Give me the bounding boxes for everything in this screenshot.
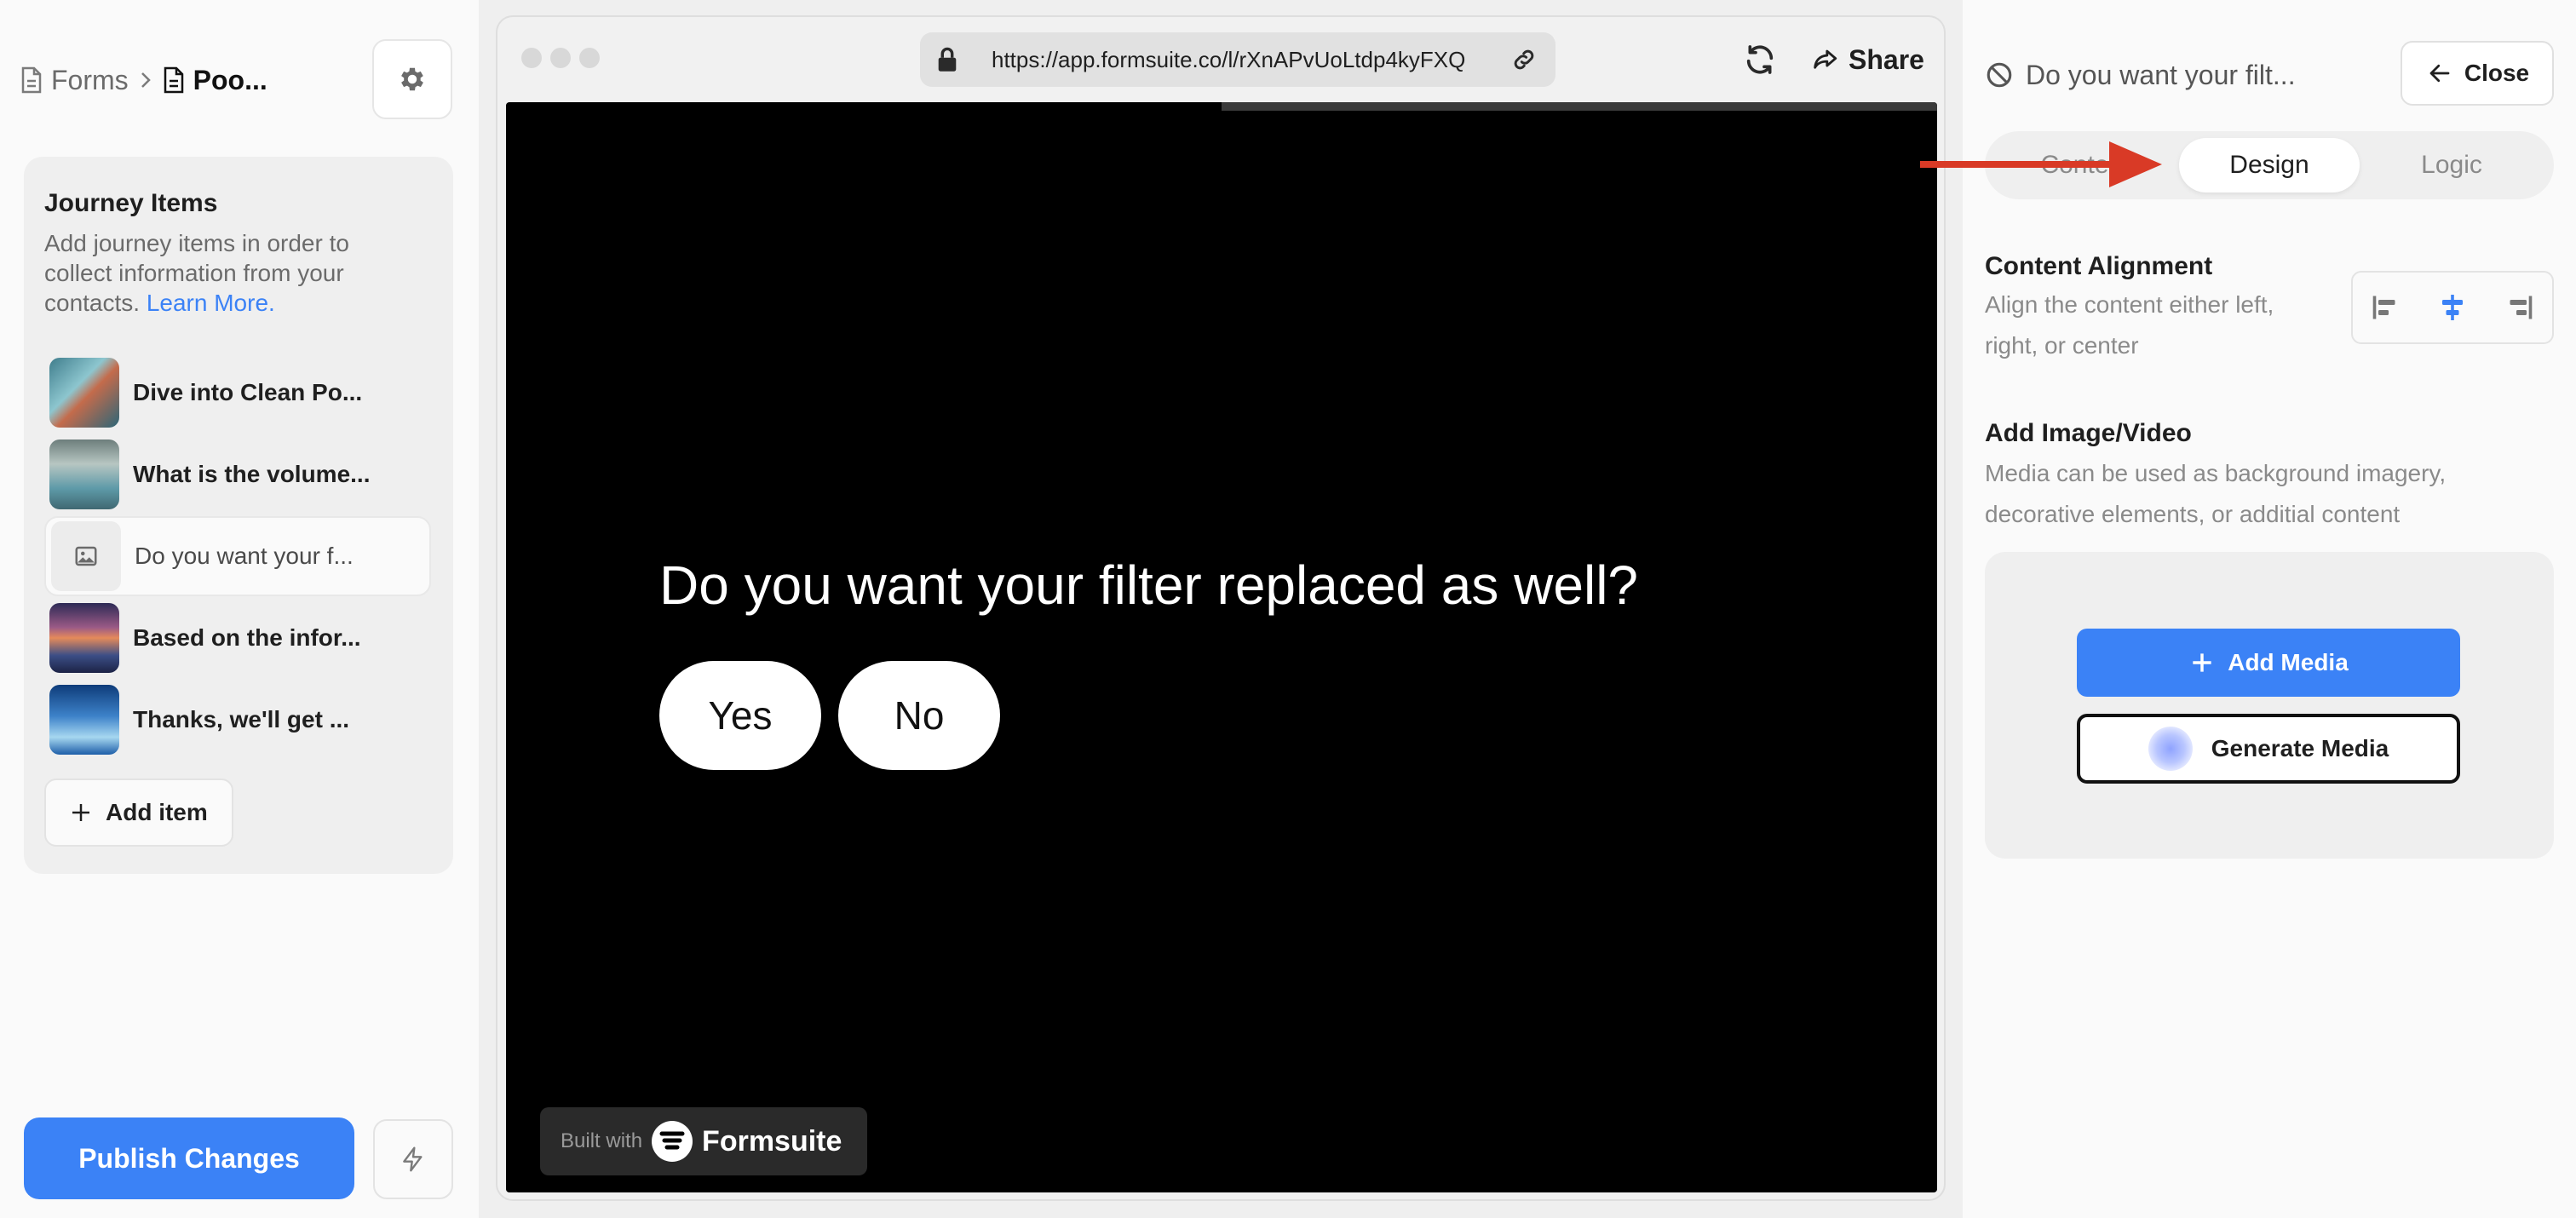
answer-options: Yes No [659,661,1000,770]
answer-yes-button[interactable]: Yes [659,661,821,770]
progress-indicator [1222,102,1937,111]
hidden-icon [1987,62,2012,88]
window-dot [521,48,542,68]
plus-icon [2193,653,2211,672]
url-bar[interactable]: https://app.formsuite.co/l/rXnAPvUoLtdp4… [920,32,1555,87]
align-right-icon[interactable] [2502,292,2536,323]
window-dot [579,48,600,68]
url-text[interactable]: https://app.formsuite.co/l/rXnAPvUoLtdp4… [992,47,1465,73]
add-media-label: Add Media [2228,649,2349,675]
formsuite-logo-icon [652,1121,693,1162]
journey-item-label: Dive into Clean Po... [133,379,363,405]
lock-icon [938,47,957,72]
tab-design[interactable]: Design [2179,138,2360,192]
item-thumbnail [49,685,119,755]
document-icon [21,66,42,94]
generate-media-button[interactable]: Generate Media [2077,714,2460,784]
link-icon[interactable] [1509,46,1538,73]
breadcrumb: Forms Poo... [20,60,267,101]
ai-orb-icon [2148,727,2193,771]
journey-item-label: Do you want your f... [135,543,354,569]
preview-area: https://app.formsuite.co/l/rXnAPvUoLtdp4… [479,0,1963,1218]
learn-more-link[interactable]: Learn More. [147,290,275,316]
built-with-badge[interactable]: Built with Formsuite [540,1107,867,1175]
media-section: Add Media Generate Media [1985,552,2554,859]
add-item-button[interactable]: Add item [44,778,233,847]
answer-no-button[interactable]: No [838,661,1000,770]
journey-item-label: Based on the infor... [133,624,361,651]
item-thumbnail [49,440,119,509]
gear-icon [401,67,423,91]
document-icon [164,66,183,94]
journey-description: Add journey items in order to collect in… [44,228,419,318]
lightning-icon [403,1146,423,1172]
align-left-icon[interactable] [2369,292,2403,323]
question-text: Do you want your filter replaced as well… [659,554,1638,616]
close-label: Close [2464,60,2530,86]
content-alignment-description-1: Align the content either left, [1985,291,2274,318]
image-icon [75,546,97,566]
share-button[interactable]: Share [1809,39,1924,80]
content-alignment-heading: Content Alignment [1985,252,2213,280]
panel-title: Do you want your filt... [1985,58,2296,92]
plus-icon [72,804,89,821]
item-thumbnail [51,521,121,591]
share-label: Share [1849,43,1924,75]
journey-title: Journey Items [44,189,218,217]
browser-frame: https://app.formsuite.co/l/rXnAPvUoLtdp4… [496,15,1946,1201]
panel-title-text: Do you want your filt... [2026,59,2296,90]
settings-button[interactable] [372,39,452,119]
item-thumbnail [49,358,119,428]
refresh-icon[interactable] [1743,43,1777,77]
brand-name: Formsuite [702,1124,842,1158]
chevron-right-icon [141,72,151,88]
content-alignment-description-2: right, or center [1985,332,2139,359]
left-sidebar: Forms Poo... Journey Items Add journey i… [0,0,479,1218]
window-dots [521,48,600,68]
close-button[interactable]: Close [2401,41,2554,106]
journey-item[interactable]: Dive into Clean Po... [44,353,431,433]
add-media-description-1: Media can be used as background imagery, [1985,460,2447,486]
add-item-label: Add item [106,799,208,825]
journey-item[interactable]: Thanks, we'll get ... [44,680,431,760]
add-media-description-2: decorative elements, or additial content [1985,501,2401,527]
add-media-button[interactable]: Add Media [2077,629,2460,697]
arrow-left-icon [2429,64,2450,83]
journey-item-label: Thanks, we'll get ... [133,706,350,733]
breadcrumb-forms[interactable]: Forms [51,65,129,96]
quick-action-button[interactable] [373,1119,453,1199]
item-thumbnail [49,603,119,673]
share-icon [1814,49,1837,69]
built-with-label: Built with [561,1129,643,1152]
breadcrumb-current[interactable]: Poo... [193,65,267,96]
journey-item-selected[interactable]: Do you want your f... [44,516,431,596]
journey-items-panel: Journey Items Add journey items in order… [24,157,453,874]
journey-item-label: What is the volume... [133,461,371,487]
annotation-arrow-icon [1920,141,2162,187]
journey-item[interactable]: What is the volume... [44,434,431,514]
add-media-heading: Add Image/Video [1985,419,2192,447]
form-preview-stage: Do you want your filter replaced as well… [506,102,1937,1192]
align-center-icon[interactable] [2435,292,2470,323]
generate-media-label: Generate Media [2211,735,2389,761]
publish-changes-button[interactable]: Publish Changes [24,1117,354,1199]
alignment-toggle-group [2351,271,2554,344]
window-dot [550,48,571,68]
journey-item[interactable]: Based on the infor... [44,598,431,678]
tab-logic[interactable]: Logic [2361,138,2542,192]
